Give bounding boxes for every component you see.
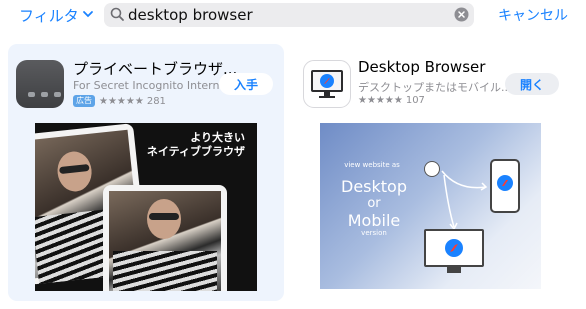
dots-icon xyxy=(28,92,61,97)
rating-count: 281 xyxy=(146,95,166,107)
rating-count: 107 xyxy=(405,95,425,106)
ad-badge: 広告 xyxy=(73,95,95,107)
private-browser-app-icon[interactable] xyxy=(16,60,64,108)
top-bar: フィルタ キャンセル xyxy=(0,0,586,32)
app-title[interactable]: プライベートブラウザ... xyxy=(73,58,237,79)
screenshot-text-small: view website as xyxy=(344,161,400,169)
screenshot-text-version: version xyxy=(361,229,387,237)
get-button[interactable]: 入手 xyxy=(219,73,273,95)
tablet-image xyxy=(103,185,227,291)
star-rating-icon: ★★★★★ xyxy=(99,95,144,107)
app-title[interactable]: Desktop Browser xyxy=(358,58,485,76)
screenshot-text-mobile: Mobile xyxy=(347,211,401,230)
filter-button[interactable]: フィルタ xyxy=(19,4,94,26)
search-icon xyxy=(110,7,125,26)
screenshot-caption: より大きい ネイティブブラウザ xyxy=(146,131,245,158)
app-screenshot[interactable]: より大きい ネイティブブラウザ xyxy=(35,123,257,291)
cancel-button[interactable]: キャンセル xyxy=(498,5,568,25)
phone-illustration xyxy=(490,159,520,213)
app-subtitle: デスクトップまたはモバイル... xyxy=(358,81,512,94)
filter-label: フィルタ xyxy=(19,6,79,25)
monitor-stand xyxy=(447,267,461,273)
app-subtitle: For Secret Incognito Internet xyxy=(73,79,231,92)
star-rating-icon: ★★★★★ xyxy=(358,95,403,106)
screenshot-text-or: or xyxy=(367,196,381,211)
open-button[interactable]: 開く xyxy=(505,73,559,95)
desktop-browser-app-icon[interactable] xyxy=(303,60,351,108)
monitor-compass-icon xyxy=(311,70,343,98)
clear-search-icon[interactable] xyxy=(454,7,469,26)
search-field[interactable] xyxy=(104,3,474,27)
app-screenshot[interactable]: view website as Desktop or Mobile versio… xyxy=(320,123,541,289)
monitor-illustration xyxy=(424,229,484,267)
screenshot-text-desktop: Desktop xyxy=(341,177,407,196)
app-rating: 広告 ★★★★★ 281 xyxy=(73,95,166,107)
arrows-icon xyxy=(441,170,488,231)
app-rating: ★★★★★ 107 xyxy=(358,95,425,106)
search-input[interactable] xyxy=(128,3,448,27)
chevron-down-icon xyxy=(82,6,94,24)
